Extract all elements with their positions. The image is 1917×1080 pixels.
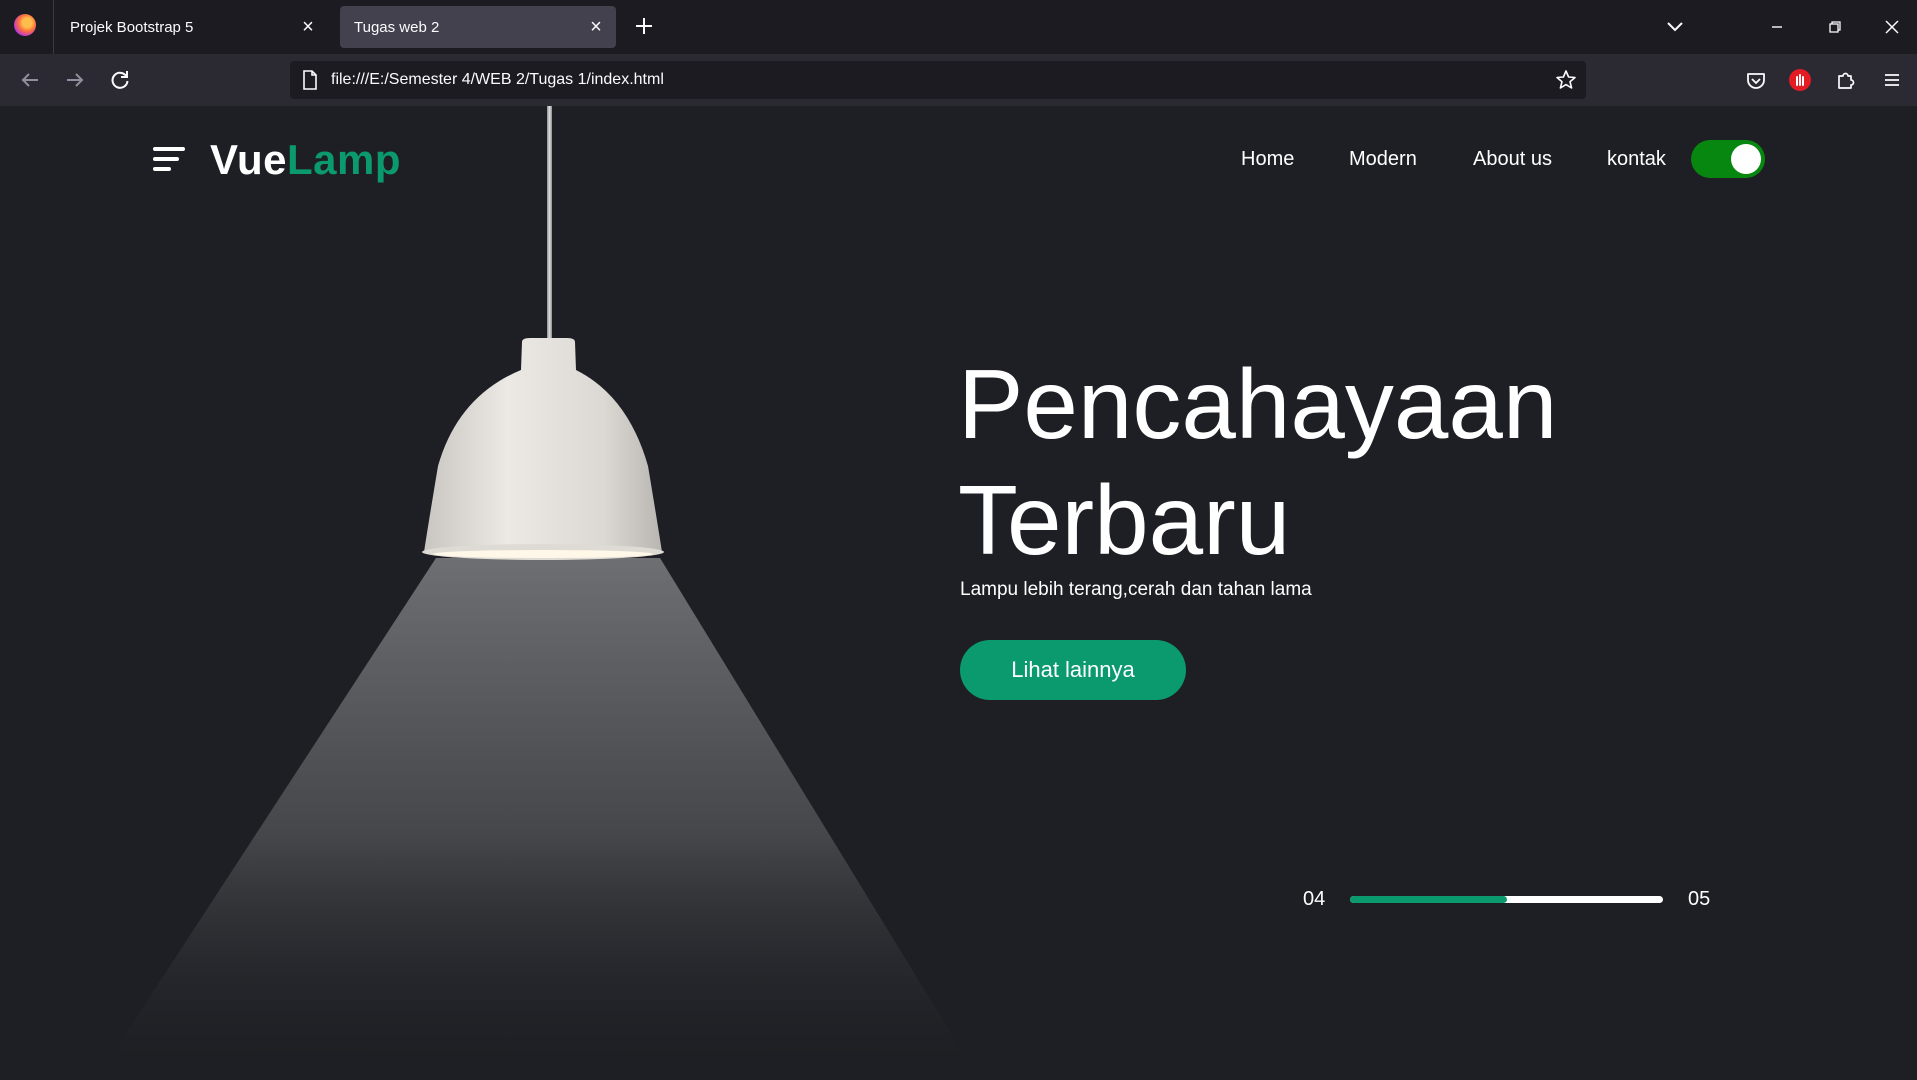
close-icon — [1885, 20, 1899, 34]
toggle-knob — [1731, 144, 1761, 174]
minimize-icon — [1772, 26, 1782, 28]
logo-part-vue: Vue — [210, 136, 287, 183]
hero-subtitle: Lampu lebih terang,cerah dan tahan lama — [960, 579, 1312, 600]
restore-button[interactable] — [1822, 14, 1848, 40]
restore-icon — [1829, 21, 1841, 33]
back-button[interactable] — [16, 66, 44, 94]
page-icon — [303, 70, 317, 90]
star-icon[interactable] — [1554, 68, 1578, 92]
hero-title-line1: Pencahayaan — [958, 349, 1558, 459]
reload-icon — [111, 71, 129, 89]
chevron-down-icon — [1667, 22, 1683, 32]
slide-current-number: 04 — [1303, 888, 1326, 910]
tab-title: Tugas web 2 — [354, 18, 440, 36]
firefox-logo-icon[interactable] — [14, 14, 36, 36]
theme-toggle[interactable] — [1691, 140, 1765, 178]
nav-link-modern[interactable]: Modern — [1349, 148, 1417, 171]
see-more-button[interactable]: Lihat lainnya — [960, 640, 1186, 700]
extensions-icon[interactable] — [1832, 66, 1860, 94]
close-icon[interactable]: × — [298, 17, 318, 37]
tab-title: Projek Bootstrap 5 — [70, 18, 194, 36]
list-all-tabs-button[interactable] — [1662, 14, 1688, 40]
close-window-button[interactable] — [1879, 14, 1905, 40]
browser-tab-bar: Projek Bootstrap 5 × Tugas web 2 × — [0, 0, 1917, 54]
hero-title-line2: Terbaru — [958, 465, 1291, 575]
pocket-icon[interactable] — [1742, 66, 1770, 94]
nav-link-kontak[interactable]: kontak — [1607, 148, 1666, 171]
new-tab-button[interactable] — [630, 12, 658, 40]
reload-button[interactable] — [106, 66, 134, 94]
web-page: VueLamp Home Modern About us kontak Penc… — [0, 106, 1917, 1080]
lamp-shade — [422, 338, 664, 560]
url-text[interactable]: file:///E:/Semester 4/WEB 2/Tugas 1/inde… — [331, 71, 664, 89]
hamburger-menu-icon[interactable] — [1878, 66, 1906, 94]
plus-icon — [636, 18, 652, 34]
site-logo[interactable]: VueLamp — [210, 136, 401, 184]
tab-tugas-web[interactable]: Tugas web 2 × — [340, 6, 616, 48]
slider-progress-bar[interactable] — [1350, 896, 1663, 903]
forward-button[interactable] — [61, 66, 89, 94]
extension-blocker-icon[interactable] — [1786, 66, 1814, 94]
nav-link-about-us[interactable]: About us — [1473, 148, 1552, 171]
browser-toolbar: file:///E:/Semester 4/WEB 2/Tugas 1/inde… — [0, 54, 1917, 106]
tab-projek-bootstrap[interactable]: Projek Bootstrap 5 × — [56, 6, 328, 48]
address-bar[interactable]: file:///E:/Semester 4/WEB 2/Tugas 1/inde… — [290, 61, 1586, 99]
close-icon[interactable]: × — [586, 17, 606, 37]
nav-link-home[interactable]: Home — [1241, 148, 1294, 171]
back-icon — [21, 73, 38, 87]
logo-part-lamp: Lamp — [286, 136, 401, 183]
hero-title: Pencahayaan Terbaru — [958, 346, 1557, 578]
menu-icon[interactable] — [153, 147, 185, 173]
slide-total-number: 05 — [1688, 888, 1711, 910]
slider-progress-fill — [1350, 896, 1507, 903]
tab-divider — [53, 0, 54, 54]
minimize-button[interactable] — [1764, 14, 1790, 40]
forward-icon — [67, 73, 84, 87]
